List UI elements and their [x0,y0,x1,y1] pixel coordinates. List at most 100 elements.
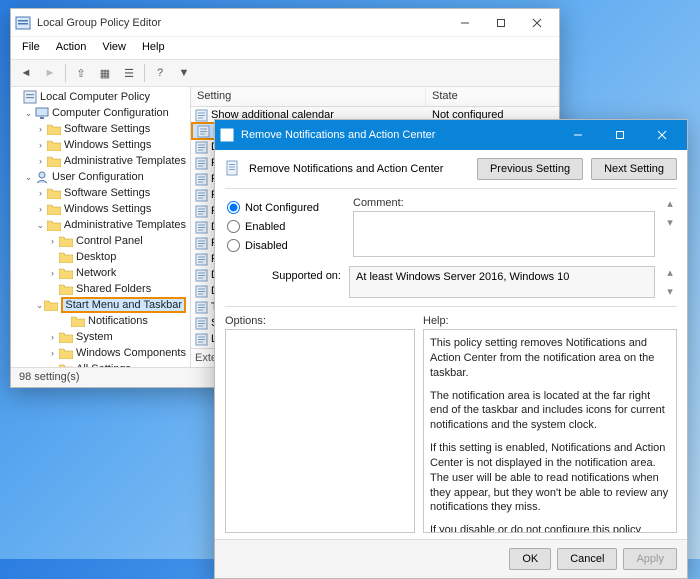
back-button[interactable]: ◄ [15,62,37,84]
tree-item[interactable]: ›System [11,329,190,345]
folder-icon [47,155,61,167]
gp-app-icon [15,15,31,31]
tree-item[interactable]: › Software Settings [11,121,190,137]
tree-item[interactable]: Notifications [11,313,190,329]
expand-icon[interactable]: › [35,140,46,150]
user-icon [35,171,49,183]
close-button[interactable] [519,10,555,36]
previous-setting-button[interactable]: Previous Setting [477,158,583,180]
tree-item[interactable]: › Network [11,265,190,281]
tree-item[interactable]: ⌄Start Menu and Taskbar [11,297,190,313]
tree-item[interactable]: Local Computer Policy [11,89,190,105]
folder-icon [59,235,73,247]
tree-item-label: Computer Configuration [52,107,169,119]
tree-item[interactable]: ⌄User Configuration [11,169,190,185]
expand-icon[interactable]: › [35,204,46,214]
forward-button[interactable]: ► [39,62,61,84]
dialog-titlebar[interactable]: Remove Notifications and Action Center [215,120,687,150]
gp-titlebar[interactable]: Local Group Policy Editor [11,9,559,37]
filter-button[interactable]: ▼ [173,62,195,84]
col-state[interactable]: State [426,87,559,106]
radio-disabled[interactable]: Disabled [227,239,343,252]
tree-item-label: All Settings [76,363,131,367]
tree-item[interactable]: › Software Settings [11,185,190,201]
expand-icon[interactable]: › [47,236,58,246]
menu-file[interactable]: File [15,39,47,57]
tree-item-label: Local Computer Policy [40,91,150,103]
tree-item[interactable]: › Windows Settings [11,137,190,153]
expand-icon[interactable]: › [47,268,58,278]
folder-icon [47,187,61,199]
dialog-close-button[interactable] [641,122,683,148]
setting-icon [195,173,208,186]
tree-item[interactable]: All Settings [11,361,190,367]
dialog-heading: Remove Notifications and Action Center [249,163,443,175]
setting-icon [195,109,208,122]
setting-icon [195,141,208,154]
computer-icon [35,107,49,119]
up-button[interactable]: ⇧ [70,62,92,84]
folder-icon [71,315,85,327]
show-hide-tree-button[interactable]: ▦ [94,62,116,84]
dialog-maximize-button[interactable] [599,122,641,148]
tree-item[interactable]: ›Windows Components [11,345,190,361]
ok-button[interactable]: OK [509,548,551,570]
collapse-icon[interactable]: ⌄ [23,172,34,183]
options-panel [225,329,415,533]
menu-action[interactable]: Action [49,39,94,57]
collapse-icon[interactable]: ⌄ [36,300,44,311]
help-label: Help: [423,315,677,327]
expand-icon[interactable]: › [47,332,58,342]
folder-icon [59,363,73,367]
tree-item[interactable]: Desktop [11,249,190,265]
menu-view[interactable]: View [95,39,133,57]
setting-icon [195,333,208,346]
tree-item[interactable]: › Control Panel [11,233,190,249]
col-setting[interactable]: Setting [191,87,426,106]
policy-tree[interactable]: Local Computer Policy ⌄ Computer Configura… [11,87,191,367]
expand-icon[interactable]: › [35,156,46,166]
tree-item-label: Control Panel [76,235,143,247]
help-button[interactable]: ? [149,62,171,84]
tree-item[interactable]: › Windows Settings [11,201,190,217]
collapse-icon[interactable]: ⌄ [35,220,46,231]
folder-icon [47,219,61,231]
dialog-minimize-button[interactable] [557,122,599,148]
collapse-icon[interactable]: ⌄ [23,108,34,119]
tree-item[interactable]: ⌄ Computer Configuration [11,105,190,121]
supported-scroll[interactable]: ▴▾ [663,266,677,298]
tree-item[interactable]: ›Administrative Templates [11,153,190,169]
tree-item-label: Shared Folders [76,283,151,295]
tree-item[interactable]: ⌄Administrative Templates [11,217,190,233]
comment-input[interactable] [353,211,655,257]
folder-icon [47,139,61,151]
tree-item-label: Software Settings [64,123,150,135]
expand-icon[interactable]: › [35,188,46,198]
folder-icon [59,331,73,343]
folder-icon [59,347,73,359]
tree-item-label: Windows Settings [64,203,151,215]
radio-enabled[interactable]: Enabled [227,220,343,233]
export-button[interactable]: ☰ [118,62,140,84]
next-setting-button[interactable]: Next Setting [591,158,677,180]
list-header[interactable]: Setting State [191,87,559,107]
gp-menubar: File Action View Help [11,37,559,59]
comment-scroll[interactable]: ▴▾ [663,197,677,229]
expand-icon[interactable]: › [35,124,46,134]
setting-icon [195,269,208,282]
apply-button[interactable]: Apply [623,548,677,570]
tree-item-label: Software Settings [64,187,150,199]
cancel-button[interactable]: Cancel [557,548,617,570]
expand-icon[interactable]: › [47,348,58,358]
minimize-button[interactable] [447,10,483,36]
supported-on-value: At least Windows Server 2016, Windows 10 [349,266,655,298]
tree-item-label: Network [76,267,116,279]
folder-icon [59,267,73,279]
setting-icon [195,237,208,250]
tree-item-label: Windows Settings [64,139,151,151]
maximize-button[interactable] [483,10,519,36]
tree-item[interactable]: Shared Folders [11,281,190,297]
radio-not-configured[interactable]: Not Configured [227,201,343,214]
folder-icon [44,299,58,311]
menu-help[interactable]: Help [135,39,172,57]
